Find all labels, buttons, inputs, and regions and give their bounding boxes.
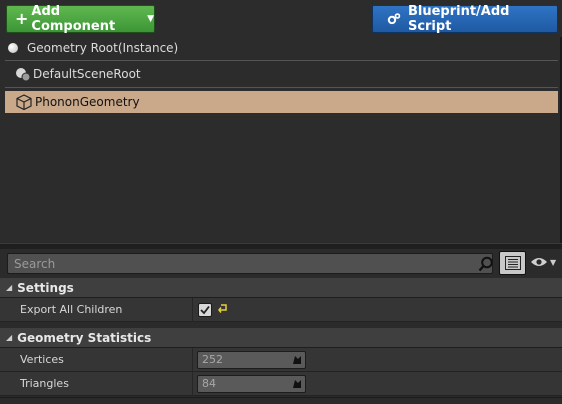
category-label: Settings <box>17 280 74 295</box>
property-label: Export All Children <box>20 303 123 316</box>
property-row-export-all-children: Export All Children <box>0 298 562 322</box>
cube-icon <box>16 94 32 110</box>
column-splitter[interactable] <box>192 372 193 396</box>
triangles-value: 84 <box>202 377 216 390</box>
category-geometry-statistics[interactable]: ◢ Geometry Statistics <box>0 328 562 348</box>
divider <box>5 87 558 88</box>
triangles-field[interactable]: 84 <box>197 375 306 393</box>
resize-handle-icon <box>293 380 301 388</box>
search-icon[interactable] <box>478 256 494 272</box>
details-footer <box>0 397 562 404</box>
list-view-icon <box>504 256 521 270</box>
tree-item-phonon-geometry[interactable]: PhononGeometry <box>5 91 558 113</box>
gears-icon <box>387 13 401 25</box>
category-settings[interactable]: ◢ Settings <box>0 278 562 298</box>
search-input[interactable] <box>8 254 468 273</box>
collapse-arrow-icon: ◢ <box>6 333 13 342</box>
tree-item-label: DefaultSceneRoot <box>33 66 141 81</box>
search-box[interactable] <box>7 253 493 274</box>
scene-root-icon <box>16 67 31 81</box>
chevron-down-icon: ▼ <box>550 257 557 267</box>
vertices-value: 252 <box>202 353 223 366</box>
property-label: Triangles <box>20 377 69 390</box>
instance-dot-icon <box>8 42 18 53</box>
components-panel: + Add Component ▼ Blueprint/Add Script G… <box>0 0 562 243</box>
property-row-vertices: Vertices 252 <box>0 348 562 372</box>
eye-icon <box>531 258 547 266</box>
components-toolbar: + Add Component ▼ Blueprint/Add Script <box>0 0 562 37</box>
property-label: Vertices <box>20 353 64 366</box>
checkmark-icon <box>200 305 210 315</box>
property-matrix-button[interactable] <box>499 251 526 275</box>
vertices-field[interactable]: 252 <box>197 351 306 369</box>
chevron-down-icon: ▼ <box>147 14 154 24</box>
view-options-button[interactable]: ▼ <box>530 256 556 268</box>
blueprint-add-script-button[interactable]: Blueprint/Add Script <box>372 4 558 34</box>
column-splitter[interactable] <box>192 348 193 372</box>
details-panel: ▼ ◢ Settings Export All Children ◢ Geome… <box>0 249 562 404</box>
tree-item-label: Geometry Root(Instance) <box>27 40 179 55</box>
tree-item-label: PhononGeometry <box>35 95 140 109</box>
blueprint-add-script-label: Blueprint/Add Script <box>407 4 510 34</box>
property-row-triangles: Triangles 84 <box>0 372 562 396</box>
plus-icon: + <box>15 9 29 28</box>
column-splitter[interactable] <box>192 298 193 322</box>
add-component-button[interactable]: + Add Component ▼ <box>6 4 155 34</box>
resize-handle-icon <box>293 356 301 364</box>
tree-item-default-scene-root[interactable]: DefaultSceneRoot <box>5 62 558 85</box>
reset-to-default-icon[interactable] <box>218 303 228 313</box>
collapse-arrow-icon: ◢ <box>6 283 13 292</box>
add-component-label: Add Component <box>31 4 116 34</box>
category-label: Geometry Statistics <box>17 330 152 345</box>
tree-item-geometry-root[interactable]: Geometry Root(Instance) <box>5 36 558 59</box>
export-all-children-checkbox[interactable] <box>198 303 212 317</box>
divider <box>5 60 558 61</box>
